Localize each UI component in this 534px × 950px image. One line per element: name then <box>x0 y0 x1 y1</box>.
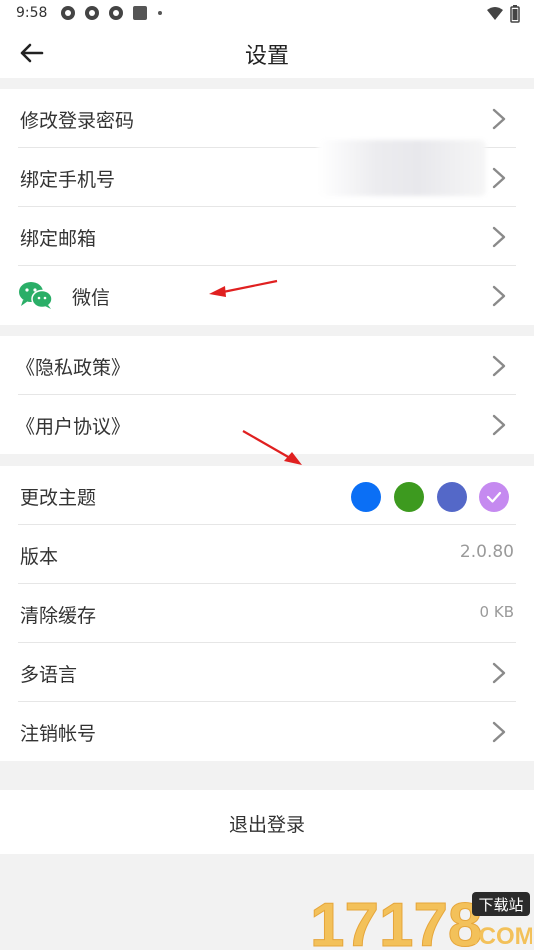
redacted-phone-number <box>318 140 486 196</box>
chevron-right-icon <box>492 285 506 307</box>
battery-icon <box>510 5 520 23</box>
privacy-policy-label: 《隐私政策》 <box>16 357 131 379</box>
logout-button[interactable]: 退出登录 <box>0 790 534 854</box>
page-title: 设置 <box>244 44 289 69</box>
app-header: 设置 <box>0 28 534 78</box>
chevron-right-icon <box>492 167 506 189</box>
delete-account-label: 注销帐号 <box>20 723 97 745</box>
clear-cache-label: 清除缓存 <box>20 605 97 627</box>
version-value: 2.0.80 <box>459 542 514 562</box>
status-notification-icons <box>60 5 164 21</box>
wechat-icon <box>19 282 53 309</box>
chevron-right-icon <box>492 226 506 248</box>
annotation-arrow-icon <box>242 430 302 465</box>
chevron-right-icon <box>492 721 506 743</box>
notification-icon <box>109 6 123 20</box>
status-time: 9:58 <box>16 5 48 21</box>
delete-account-row[interactable]: 注销帐号 <box>0 702 534 761</box>
notification-icon <box>61 6 75 20</box>
cache-size-value: 0 KB <box>479 603 514 621</box>
logout-label: 退出登录 <box>228 814 305 836</box>
chevron-right-icon <box>492 355 506 377</box>
version-label: 版本 <box>20 546 59 568</box>
watermark-suffix: .COM <box>472 923 532 950</box>
bind-phone-label: 绑定手机号 <box>20 169 116 191</box>
theme-swatch-indigo[interactable] <box>437 482 467 512</box>
version-row: 版本 2.0.80 <box>0 525 534 584</box>
theme-swatch-purple[interactable] <box>479 482 509 512</box>
chevron-right-icon <box>492 108 506 130</box>
checkmark-icon <box>486 491 502 503</box>
wifi-icon <box>487 7 503 20</box>
clear-cache-row[interactable]: 清除缓存 0 KB <box>0 584 534 643</box>
user-agreement-label: 《用户协议》 <box>16 416 131 438</box>
chevron-right-icon <box>492 662 506 684</box>
bind-email-label: 绑定邮箱 <box>20 228 97 250</box>
site-watermark-logo: 17178 下载站 .COM <box>310 891 532 950</box>
privacy-policy-row[interactable]: 《隐私政策》 <box>0 336 534 395</box>
annotation-arrow-icon <box>209 279 278 297</box>
chevron-right-icon <box>492 414 506 436</box>
bind-email-row[interactable]: 绑定邮箱 <box>0 207 534 266</box>
watermark-badge: 下载站 <box>478 896 523 914</box>
theme-swatch-green[interactable] <box>394 482 424 512</box>
app-square-icon <box>133 6 147 20</box>
change-theme-label: 更改主题 <box>20 487 97 509</box>
theme-swatch-blue[interactable] <box>351 482 381 512</box>
dot-icon <box>158 11 162 15</box>
watermark-digits: 17178 <box>310 891 482 950</box>
language-row[interactable]: 多语言 <box>0 643 534 702</box>
status-bar: 9:58 <box>0 0 534 28</box>
notification-icon <box>85 6 99 20</box>
status-system-icons <box>486 5 520 23</box>
wechat-label: 微信 <box>72 287 111 309</box>
language-label: 多语言 <box>20 664 78 686</box>
change-password-label: 修改登录密码 <box>20 110 135 132</box>
